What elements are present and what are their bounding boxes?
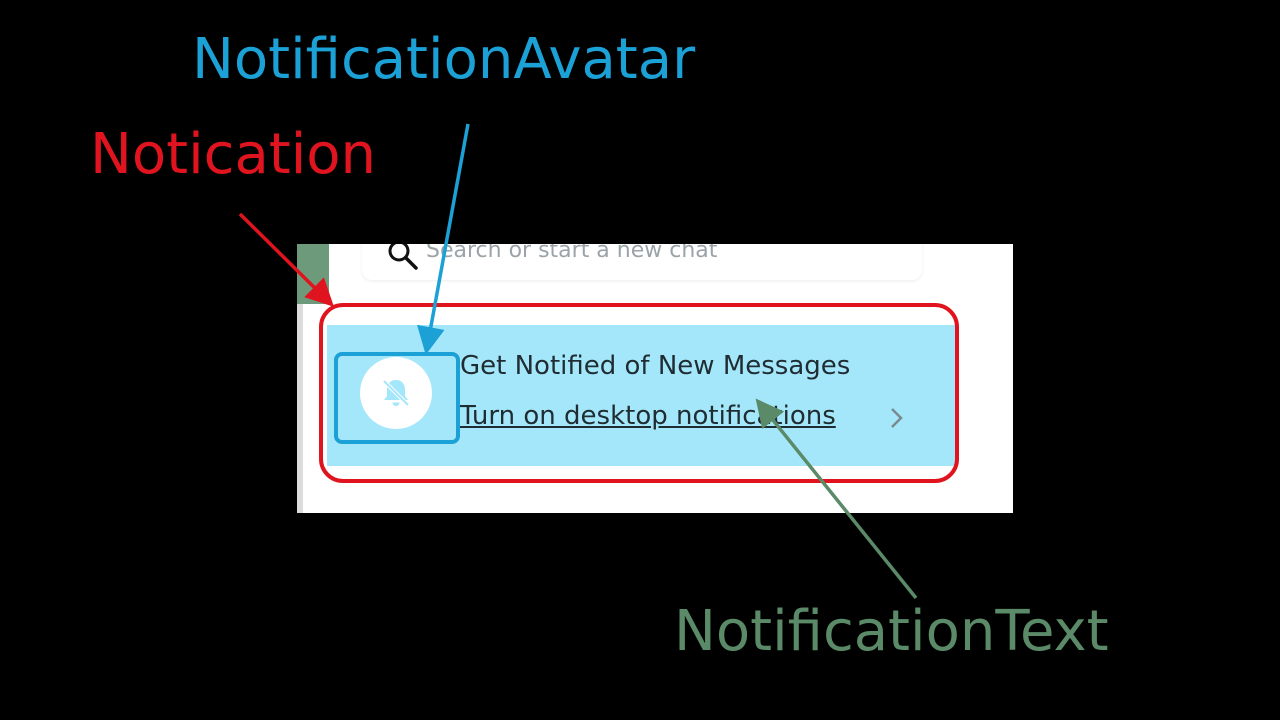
annotation-box-avatar bbox=[334, 352, 460, 444]
sidebar-edge bbox=[297, 304, 303, 513]
annotation-label-notification: Notication bbox=[90, 122, 377, 187]
annotation-label-notification-text: NotificationText bbox=[674, 599, 1109, 664]
sidebar-accent bbox=[297, 244, 329, 304]
search-icon bbox=[388, 244, 418, 270]
search-input[interactable]: Search or start a new chat bbox=[426, 244, 717, 263]
search-bar[interactable]: Search or start a new chat bbox=[362, 244, 922, 280]
annotated-screenshot: NotificationAvatar Notication Notificati… bbox=[0, 0, 1280, 720]
annotation-label-notification-avatar: NotificationAvatar bbox=[192, 27, 696, 92]
